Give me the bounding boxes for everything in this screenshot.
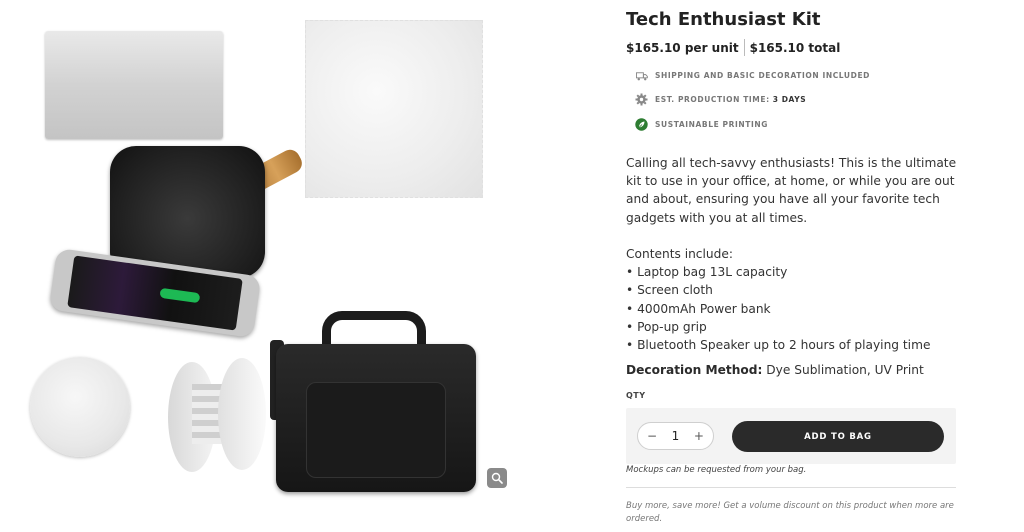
pop-grip-expanded-image — [168, 358, 268, 472]
product-image[interactable] — [0, 0, 600, 532]
decoration-method: Decoration Method: Dye Sublimation, UV P… — [626, 363, 924, 377]
mockup-note: Mockups can be requested from your bag. — [626, 465, 807, 475]
truck-icon — [635, 69, 648, 82]
bag-pocket — [306, 382, 446, 478]
list-item: • Screen cloth — [626, 283, 713, 298]
description-intro: Calling all tech-savvy enthusiasts! This… — [626, 156, 957, 225]
divider — [626, 487, 956, 488]
product-title: Tech Enthusiast Kit — [626, 9, 821, 30]
laptop-bag-image — [276, 344, 476, 492]
contents-list: Contents include: • Laptop bag 13L capac… — [626, 245, 930, 354]
feature-sustainable-label: Sustainable printing — [655, 120, 769, 129]
feature-shipping: Shipping and basic decoration included — [635, 69, 870, 82]
gear-icon — [635, 93, 648, 106]
list-item: • 4000mAh Power bank — [626, 301, 771, 316]
decoration-method-label: Decoration Method: — [626, 363, 763, 377]
contents-heading: Contents include: — [626, 247, 733, 261]
pop-grip-disc-image — [30, 357, 130, 457]
zoom-button[interactable] — [487, 468, 507, 488]
feature-shipping-label: Shipping and basic decoration included — [655, 71, 870, 80]
price-divider — [743, 39, 745, 56]
quantity-stepper[interactable]: − 1 + — [637, 422, 714, 450]
product-details: Tech Enthusiast Kit $165.10 per unit $16… — [626, 0, 958, 532]
increase-qty-button[interactable]: + — [694, 429, 704, 443]
volume-discount-note: Buy more, save more! Get a volume discou… — [626, 501, 954, 524]
add-to-cart-panel: − 1 + ADD TO BAG — [626, 408, 956, 464]
decoration-method-value: Dye Sublimation, UV Print — [762, 363, 924, 377]
feature-sustainable: Sustainable printing — [635, 118, 768, 131]
phone-play-button-graphic — [159, 287, 201, 304]
leaf-icon — [635, 118, 648, 131]
quantity-value[interactable]: 1 — [672, 429, 680, 443]
product-description: Calling all tech-savvy enthusiasts! This… — [626, 154, 958, 245]
qty-label: QTY — [626, 391, 646, 400]
add-to-bag-button[interactable]: ADD TO BAG — [732, 421, 944, 452]
feature-production-label: Est. production time: — [655, 95, 770, 104]
decrease-qty-button[interactable]: − — [647, 429, 657, 443]
list-item: • Pop-up grip — [626, 319, 707, 334]
unit-price: $165.10 per unit — [626, 40, 739, 55]
feature-production-time: Est. production time: 3 days — [635, 93, 806, 106]
power-bank-image — [45, 31, 223, 139]
price-row: $165.10 per unit $165.10 total — [626, 39, 840, 56]
pop-grip-face — [218, 358, 266, 470]
feature-production-value: 3 days — [772, 95, 807, 104]
list-item: • Bluetooth Speaker up to 2 hours of pla… — [626, 338, 931, 353]
screen-cloth-image — [305, 20, 483, 198]
magnifier-icon — [491, 472, 503, 484]
list-item: • Laptop bag 13L capacity — [626, 265, 788, 280]
total-price: $165.10 total — [749, 40, 841, 55]
